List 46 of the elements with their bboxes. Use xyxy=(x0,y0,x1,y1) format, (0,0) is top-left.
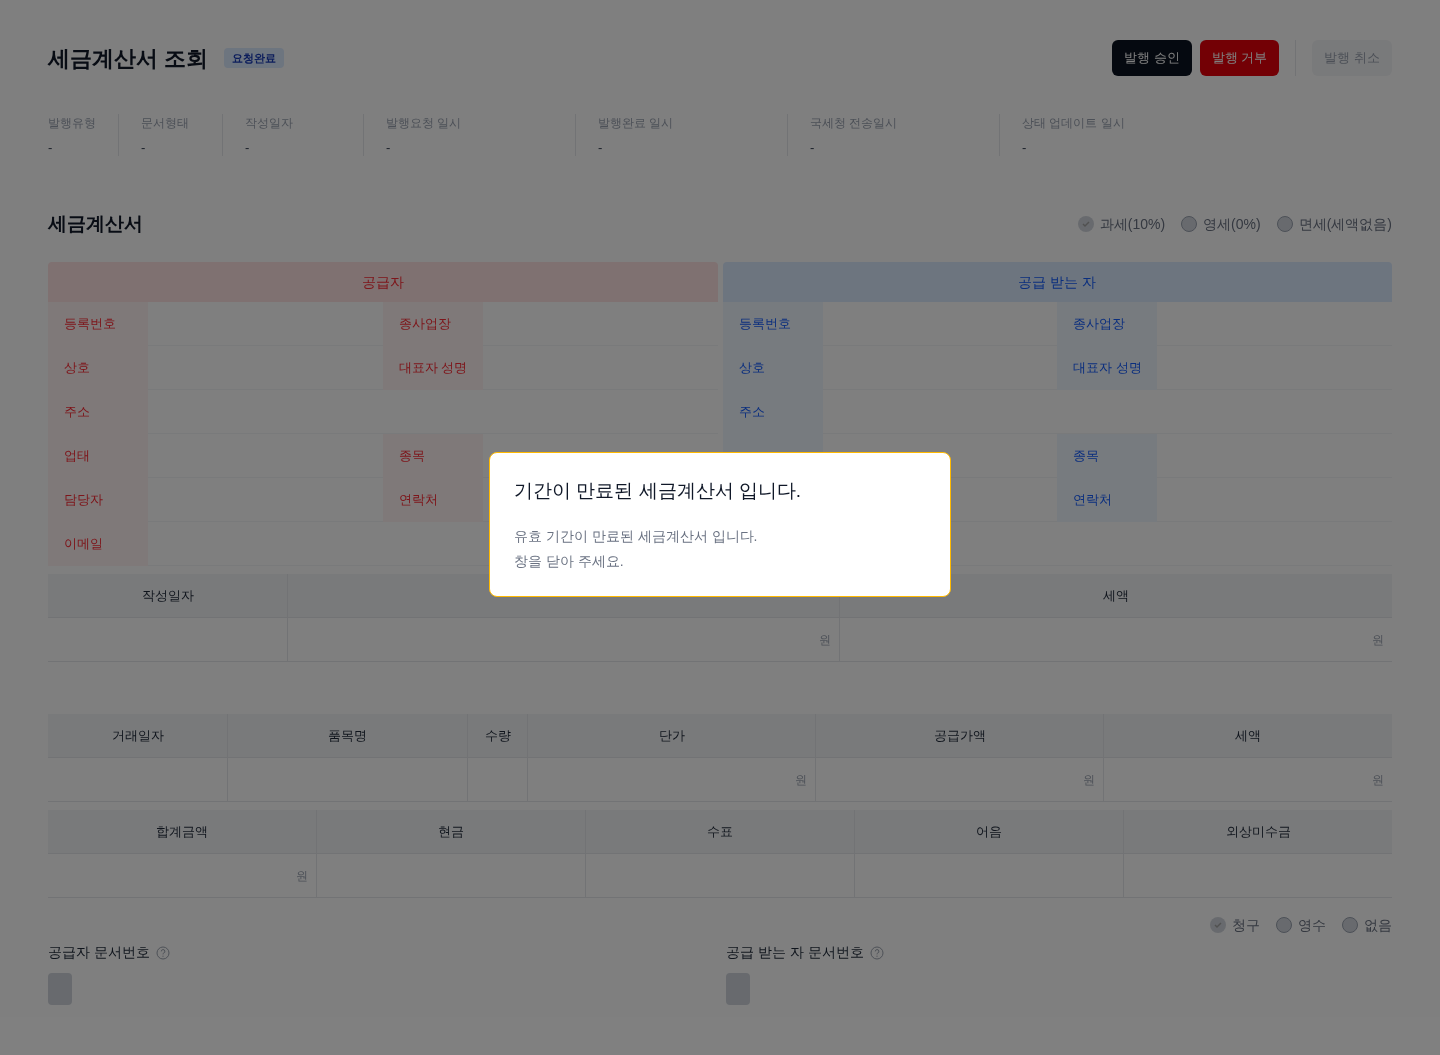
field-label: 공급 받는 자 문서번호 xyxy=(726,943,864,962)
field-label: 종목 xyxy=(1057,434,1158,478)
column-header: 외상미수금 xyxy=(1124,810,1392,854)
dialog-title: 기간이 만료된 세금계산서 입니다. xyxy=(514,479,803,504)
field-value: - xyxy=(386,139,392,157)
column-header: 합계금액 xyxy=(48,810,316,854)
field-value: - xyxy=(1022,139,1028,157)
field-label: 상호 xyxy=(722,346,823,390)
field-label: 등록번호 xyxy=(722,302,823,346)
dialog-message: 유효 기간이 만료된 세금계산서 입니다. xyxy=(514,526,759,546)
field-value: - xyxy=(598,139,604,157)
field-label: 종사업장 xyxy=(1057,302,1158,346)
field-label: 담당자 xyxy=(48,478,148,522)
column-header: 어음 xyxy=(855,810,1123,854)
column-header: 세액 xyxy=(1104,714,1392,758)
field-label: 주소 xyxy=(48,390,148,434)
column-header: 품목명 xyxy=(228,714,467,758)
field-label: 연락처 xyxy=(1057,478,1158,522)
field-label: 등록번호 xyxy=(48,302,148,346)
field-label: 종목 xyxy=(382,434,483,478)
column-header: 수량 xyxy=(468,714,527,758)
column-header: 거래일자 xyxy=(48,714,227,758)
column-header: 수표 xyxy=(586,810,854,854)
field-label: 공급자 문서번호 xyxy=(48,943,150,962)
party-header: 공급자 xyxy=(48,262,718,302)
status-badge: 요청완료 xyxy=(224,47,285,69)
field-value: - xyxy=(141,139,147,157)
field-label: 이메일 xyxy=(48,522,148,566)
section-title: 세금계산서 xyxy=(48,211,143,236)
column-header: 공급가액 xyxy=(816,714,1103,758)
field-label: 주소 xyxy=(722,390,823,434)
field-label: 연락처 xyxy=(382,478,483,522)
field-label: 대표자 성명 xyxy=(382,346,483,390)
column-header: 작성일자 xyxy=(48,574,287,618)
field-label: 종사업장 xyxy=(382,302,483,346)
field-label: 업태 xyxy=(48,434,148,478)
field-label: 상호 xyxy=(48,346,148,390)
page-title: 세금계산서 조회 xyxy=(48,44,209,73)
column-header: 단가 xyxy=(528,714,815,758)
field-value: - xyxy=(48,139,54,157)
field-label: 대표자 성명 xyxy=(1057,346,1158,390)
party-header: 공급 받는 자 xyxy=(722,262,1392,302)
column-header: 현금 xyxy=(317,810,585,854)
field-value: - xyxy=(810,139,816,157)
dialog-message: 창을 닫아 주세요. xyxy=(514,551,625,571)
field-value: - xyxy=(245,139,251,157)
